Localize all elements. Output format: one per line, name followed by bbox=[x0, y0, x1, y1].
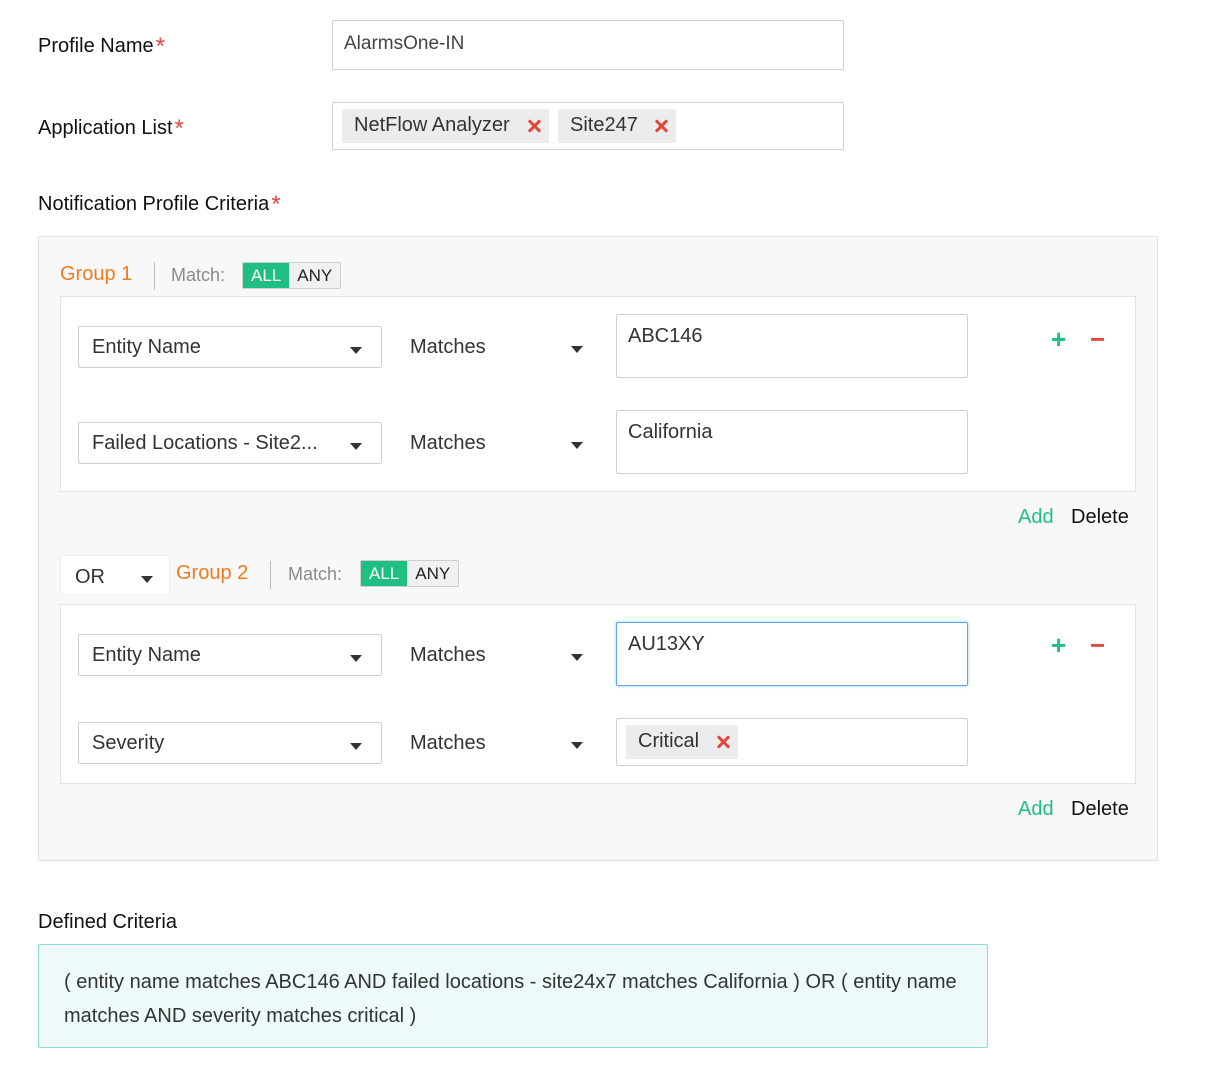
chevron-down-icon bbox=[350, 443, 362, 450]
chevron-down-icon[interactable] bbox=[571, 654, 583, 661]
application-list-input[interactable]: NetFlow Analyzer Site247 bbox=[332, 102, 844, 150]
group1-row2-value-input[interactable]: California bbox=[616, 410, 968, 474]
group1-match-all[interactable]: ALL bbox=[243, 263, 290, 288]
profile-name-value: AlarmsOne-IN bbox=[344, 33, 465, 54]
chevron-down-icon[interactable] bbox=[571, 442, 583, 449]
severity-chip-critical: Critical bbox=[626, 725, 738, 759]
app-chip-site247: Site247 bbox=[558, 109, 676, 143]
group1-match-label: Match: bbox=[171, 265, 226, 285]
group1-delete-link[interactable]: Delete bbox=[1071, 506, 1129, 529]
remove-chip-icon[interactable] bbox=[527, 119, 541, 133]
add-row-plus-icon[interactable]: + bbox=[1051, 630, 1066, 661]
remove-chip-icon[interactable] bbox=[654, 119, 668, 133]
group1-title: Group 1 bbox=[60, 263, 133, 285]
required-asterisk: * bbox=[155, 33, 165, 60]
chevron-down-icon[interactable] bbox=[571, 346, 583, 353]
divider bbox=[270, 561, 271, 589]
group1-match-toggle: ALL ANY bbox=[242, 262, 342, 289]
group1-row1-value-input[interactable]: ABC146 bbox=[616, 314, 968, 378]
chevron-down-icon bbox=[350, 743, 362, 750]
defined-criteria-text: ( entity name matches ABC146 AND failed … bbox=[64, 971, 957, 1027]
group2-row1-field-select[interactable]: Entity Name bbox=[78, 634, 382, 676]
required-asterisk: * bbox=[271, 191, 281, 218]
group2-add-link[interactable]: Add bbox=[1018, 798, 1054, 821]
remove-chip-icon[interactable] bbox=[716, 735, 730, 749]
required-asterisk: * bbox=[174, 115, 184, 142]
criteria-label: Notification Profile Criteria* bbox=[38, 191, 281, 218]
group2-row1-value-input[interactable]: AU13XY bbox=[616, 622, 968, 686]
chevron-down-icon bbox=[350, 655, 362, 662]
group2-match-any[interactable]: ANY bbox=[407, 561, 458, 586]
group2-title: Group 2 bbox=[176, 562, 249, 584]
application-list-label: Application List* bbox=[38, 115, 184, 142]
defined-criteria-box: ( entity name matches ABC146 AND failed … bbox=[38, 944, 988, 1048]
remove-row-minus-icon[interactable]: − bbox=[1090, 324, 1105, 355]
chevron-down-icon bbox=[350, 347, 362, 354]
group2-row2-field-select[interactable]: Severity bbox=[78, 722, 382, 764]
app-chip-netflow: NetFlow Analyzer bbox=[342, 109, 549, 143]
group-connector-select[interactable]: OR bbox=[60, 555, 170, 595]
group1-row2-field-select[interactable]: Failed Locations - Site2... bbox=[78, 422, 382, 464]
group1-row1-operator[interactable]: Matches bbox=[410, 336, 486, 359]
group1-row2-operator[interactable]: Matches bbox=[410, 432, 486, 455]
group2-row2-value-input[interactable]: Critical bbox=[616, 718, 968, 766]
group2-row2-operator[interactable]: Matches bbox=[410, 732, 486, 755]
group2-match-toggle: ALL ANY bbox=[360, 560, 460, 587]
group2-row1-operator[interactable]: Matches bbox=[410, 644, 486, 667]
add-row-plus-icon[interactable]: + bbox=[1051, 324, 1066, 355]
group1-match-any[interactable]: ANY bbox=[289, 263, 340, 288]
chevron-down-icon bbox=[141, 576, 153, 583]
profile-name-input[interactable]: AlarmsOne-IN bbox=[332, 20, 844, 70]
remove-row-minus-icon[interactable]: − bbox=[1090, 630, 1105, 661]
group2-delete-link[interactable]: Delete bbox=[1071, 798, 1129, 821]
group1-row1-field-select[interactable]: Entity Name bbox=[78, 326, 382, 368]
divider bbox=[154, 262, 155, 290]
group2-match-all[interactable]: ALL bbox=[361, 561, 408, 586]
defined-criteria-label: Defined Criteria bbox=[38, 911, 177, 933]
group2-match-label: Match: bbox=[288, 564, 343, 584]
profile-name-label: Profile Name* bbox=[38, 33, 165, 60]
chevron-down-icon[interactable] bbox=[571, 742, 583, 749]
group1-add-link[interactable]: Add bbox=[1018, 506, 1054, 529]
